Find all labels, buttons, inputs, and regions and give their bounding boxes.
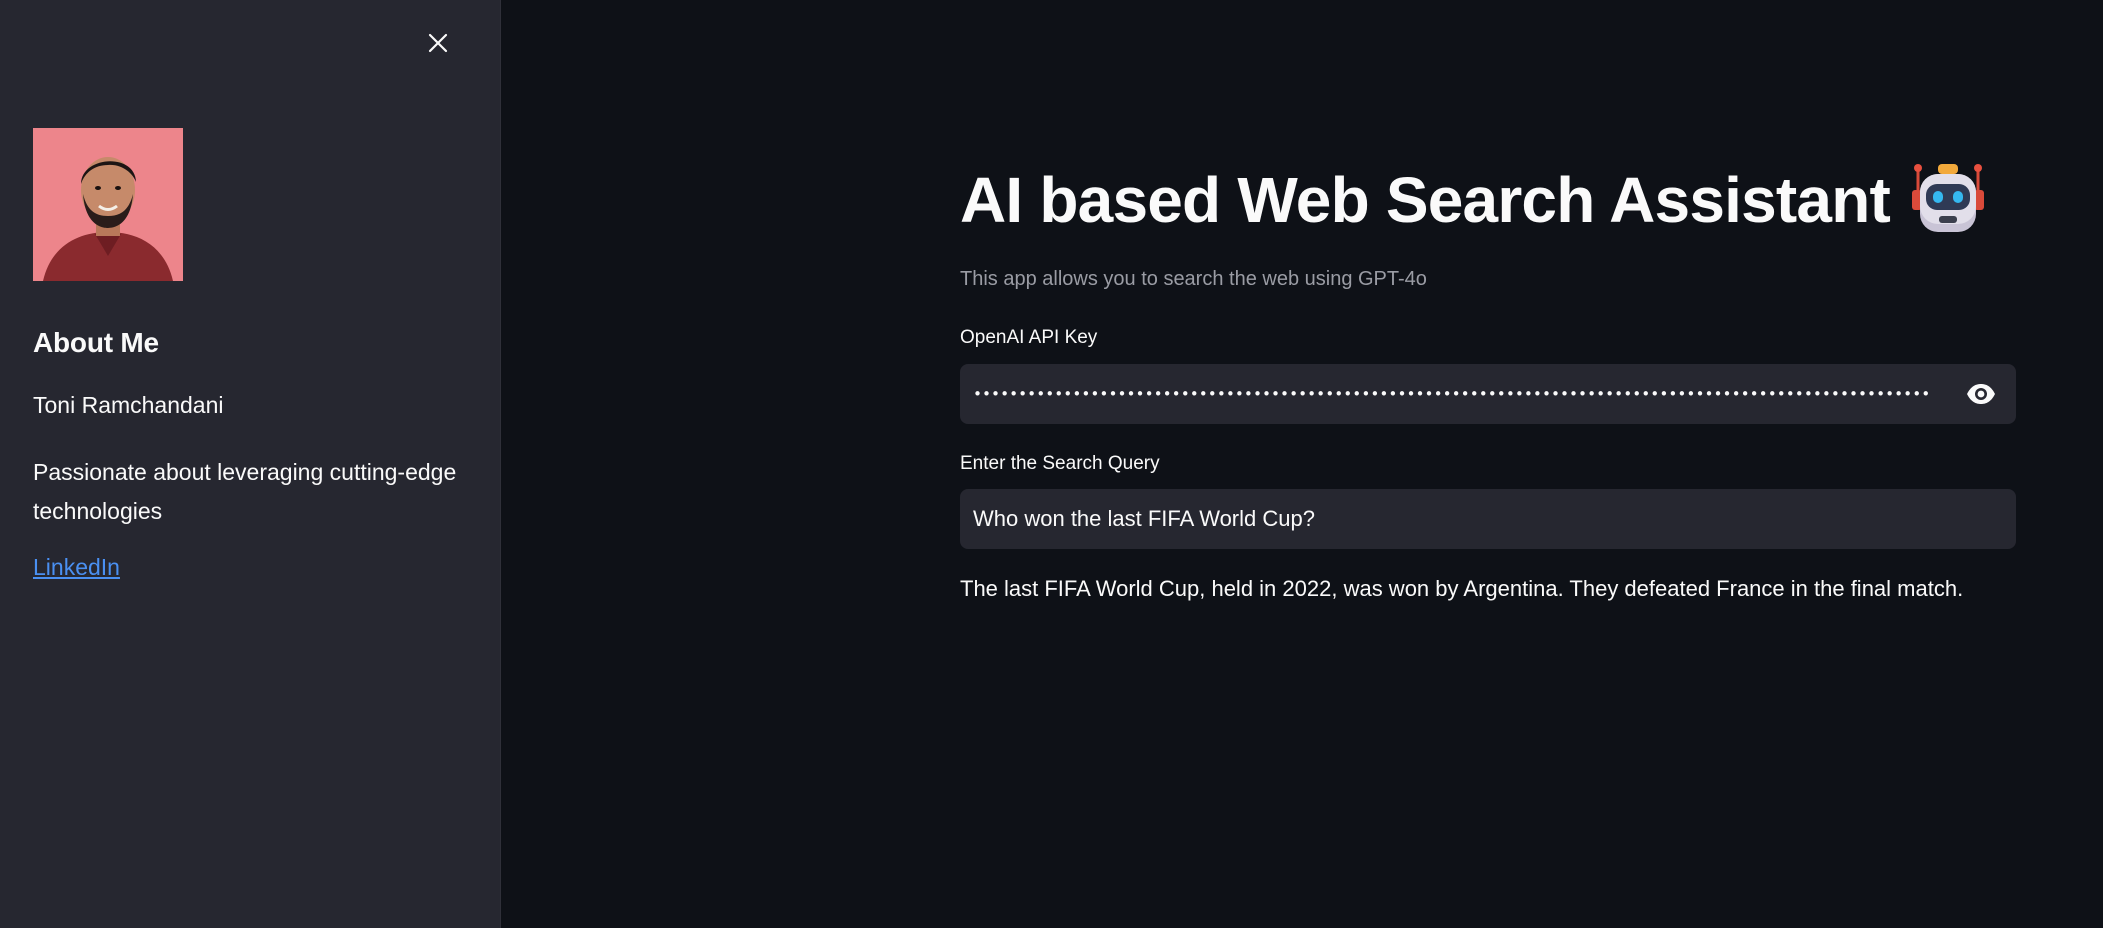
sidebar: About Me Toni Ramchandani Passionate abo…	[0, 0, 501, 928]
close-icon	[428, 33, 448, 53]
api-key-input[interactable]: ••••••••••••••••••••••••••••••••••••••••…	[960, 364, 2016, 424]
search-query-label: Enter the Search Query	[960, 453, 1160, 474]
search-answer: The last FIFA World Cup, held in 2022, w…	[960, 576, 1964, 601]
subtitle: This app allows you to search the web us…	[960, 268, 1427, 290]
search-query-input[interactable]: Who won the last FIFA World Cup?	[960, 489, 2016, 549]
page-title: AI based Web Search Assistant	[960, 164, 1891, 236]
app: About Me Toni Ramchandani Passionate abo…	[0, 0, 2103, 928]
linkedin-link[interactable]: LinkedIn	[33, 554, 120, 581]
main-content: AI based Web Search Assistant This app a…	[501, 0, 2103, 928]
eye-icon	[1967, 384, 1995, 404]
api-key-masked-value[interactable]: ••••••••••••••••••••••••••••••••••••••••…	[973, 364, 1928, 424]
close-sidebar-button[interactable]	[422, 27, 454, 59]
avatar	[33, 128, 183, 281]
api-key-label: OpenAI API Key	[960, 327, 1098, 348]
author-name: Toni Ramchandani	[33, 392, 224, 418]
toggle-password-visibility-button[interactable]	[1964, 378, 1998, 410]
search-query-value[interactable]: Who won the last FIFA World Cup?	[973, 489, 1315, 549]
robot-icon	[1912, 164, 1985, 232]
author-description: Passionate about leveraging cutting-edge…	[33, 459, 457, 524]
title-row: AI based Web Search Assistant	[960, 158, 1985, 242]
about-heading: About Me	[33, 327, 159, 358]
